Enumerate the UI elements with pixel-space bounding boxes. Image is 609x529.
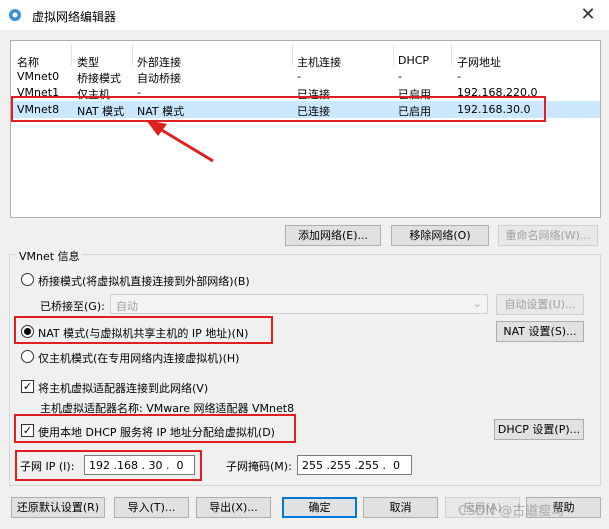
restore-defaults-button[interactable]: 还原默认设置(R) xyxy=(11,497,105,518)
chevron-down-icon: ⌄ xyxy=(472,297,482,310)
rename-network-button[interactable]: 重命名网络(W)... xyxy=(498,225,598,246)
bridged-to-label: 已桥接至(G): xyxy=(40,300,105,313)
subnet-mask-label: 子网掩码(M): xyxy=(226,460,292,473)
subnet-mask-input[interactable]: 255 .255 .255 . 0 xyxy=(297,455,412,475)
auto-settings-button[interactable]: 自动设置(U)... xyxy=(496,294,584,315)
host-only-label[interactable]: 仅主机模式(在专用网络内连接虚拟机)(H) xyxy=(38,350,239,366)
watermark: CSDN @古道瘦马 xyxy=(458,504,565,519)
cell: - xyxy=(457,70,461,83)
annotation-box-dhcp xyxy=(14,414,296,443)
host-only-radio[interactable] xyxy=(21,350,34,363)
cell: - xyxy=(297,70,301,83)
import-button[interactable]: 导入(T)... xyxy=(114,497,189,518)
remove-network-button[interactable]: 移除网络(O) xyxy=(391,225,489,246)
ok-button[interactable]: 确定 xyxy=(282,497,357,518)
nat-settings-button[interactable]: NAT 设置(S)... xyxy=(496,321,584,342)
cell: - xyxy=(398,70,402,83)
bridged-to-select[interactable]: 自动 ⌄ xyxy=(110,294,488,314)
annotation-box-subnet xyxy=(15,450,202,481)
annotation-box-nat xyxy=(14,316,273,344)
close-icon[interactable]: ✕ xyxy=(573,4,603,26)
dhcp-settings-button[interactable]: DHCP 设置(P)... xyxy=(494,419,584,440)
annotation-box-row xyxy=(11,96,546,122)
bridge-mode-label[interactable]: 桥接模式(将虚拟机直接连接到外部网络)(B) xyxy=(38,273,250,289)
cancel-button[interactable]: 取消 xyxy=(363,497,438,518)
window-title: 虚拟网络编辑器 xyxy=(32,10,117,24)
column-header-dhcp[interactable]: DHCP xyxy=(398,54,429,67)
export-button[interactable]: 导出(X)... xyxy=(196,497,271,518)
bridged-to-value: 自动 xyxy=(116,300,138,313)
cell: VMnet0 xyxy=(17,70,60,83)
bridge-mode-radio[interactable] xyxy=(21,273,34,286)
vmnet-info-legend: VMnet 信息 xyxy=(17,248,82,264)
connect-adapter-checkbox[interactable]: ✓ xyxy=(21,380,34,393)
add-network-button[interactable]: 添加网络(E)... xyxy=(285,225,381,246)
table-row-vmnet0[interactable]: VMnet0 桥接模式 自动桥接 - - - xyxy=(11,68,600,85)
connect-adapter-label[interactable]: 将主机虚拟适配器连接到此网络(V) xyxy=(38,380,208,396)
network-list[interactable]: 名称 类型 外部连接 主机连接 DHCP 子网地址 VMnet0 桥接模式 自动… xyxy=(10,40,601,218)
vmware-network-icon xyxy=(9,9,21,21)
